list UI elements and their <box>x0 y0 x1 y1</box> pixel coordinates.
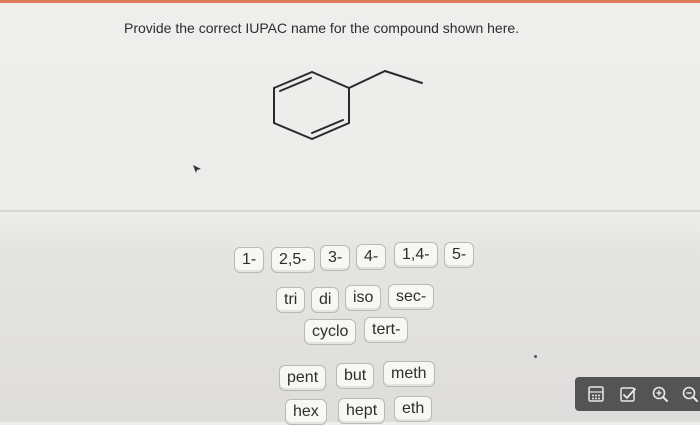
tile-di[interactable]: di <box>311 287 340 313</box>
section-divider <box>0 210 700 212</box>
tile-cyclo[interactable]: cyclo <box>304 319 357 345</box>
tile-locant-1-4[interactable]: 1,4- <box>394 242 438 268</box>
zoom-in-icon[interactable] <box>651 385 669 403</box>
checklist-icon[interactable] <box>619 385 637 403</box>
tile-hex[interactable]: hex <box>285 399 327 425</box>
tile-hept[interactable]: hept <box>338 398 386 424</box>
tile-meth[interactable]: meth <box>383 361 435 387</box>
zoom-out-icon[interactable] <box>681 385 699 403</box>
tile-pent[interactable]: pent <box>279 365 327 391</box>
molecule-structure <box>273 70 423 140</box>
ring-bond <box>273 122 313 140</box>
top-accent-bar <box>0 0 700 3</box>
tile-but[interactable]: but <box>336 363 375 389</box>
stray-dot <box>534 355 537 358</box>
tile-iso[interactable]: iso <box>345 285 382 311</box>
tile-locant-5[interactable]: 5- <box>444 242 475 268</box>
ethyl-bond <box>384 70 423 84</box>
tool-palette <box>575 377 700 411</box>
tile-locant-2-5[interactable]: 2,5- <box>271 247 315 273</box>
mouse-cursor-icon <box>193 165 201 173</box>
question-prompt: Provide the correct IUPAC name for the c… <box>124 20 520 36</box>
ring-bond <box>311 71 350 89</box>
tile-locant-1[interactable]: 1- <box>234 247 265 273</box>
ethyl-bond <box>348 70 386 89</box>
calculator-icon[interactable] <box>587 385 605 403</box>
tile-tri[interactable]: tri <box>276 287 306 313</box>
tile-eth[interactable]: eth <box>394 396 433 422</box>
tile-tert[interactable]: tert- <box>364 317 409 343</box>
tile-locant-3[interactable]: 3- <box>320 245 351 271</box>
tile-sec[interactable]: sec- <box>388 284 435 310</box>
tile-locant-4[interactable]: 4- <box>356 244 387 270</box>
double-bond-inner <box>311 119 344 134</box>
